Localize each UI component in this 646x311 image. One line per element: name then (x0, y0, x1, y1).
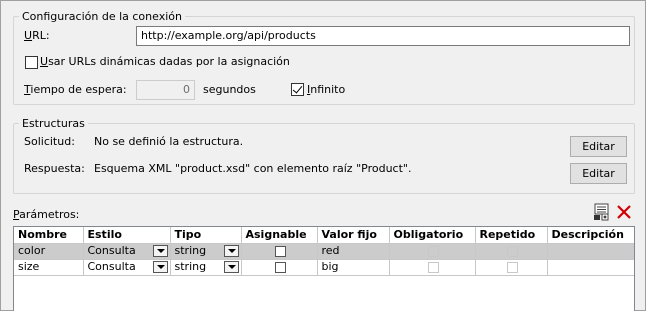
column-header-assignable[interactable]: Asignable (241, 227, 318, 244)
delete-parameter-button[interactable] (615, 203, 633, 221)
column-header-required[interactable]: Obligatorio (389, 227, 476, 244)
param-style-value: Consulta (87, 260, 136, 273)
required-checkbox (427, 261, 439, 273)
add-parameter-icon (594, 203, 609, 221)
delete-icon (617, 205, 631, 219)
structures-title: Estructuras (19, 117, 88, 130)
table-header-row: Nombre Estilo Tipo Asignable Valor fijo … (14, 227, 634, 244)
param-fixed-value-cell[interactable]: red (317, 243, 390, 260)
param-type-value: string (174, 244, 207, 257)
column-header-fixed-value[interactable]: Valor fijo (317, 227, 390, 244)
param-assignable-cell[interactable] (241, 259, 318, 276)
table-row[interactable]: color Consulta string red (14, 243, 634, 260)
timeout-unit: segundos (203, 83, 256, 96)
repeated-checkbox (506, 245, 518, 257)
required-checkbox (427, 245, 439, 257)
param-required-cell (389, 243, 476, 260)
param-description-cell[interactable] (547, 243, 634, 260)
response-label: Respuesta: (24, 162, 85, 175)
connection-dialog: Configuración de la conexión URL: http:/… (0, 0, 646, 311)
connection-settings-title: Configuración de la conexión (19, 10, 185, 23)
param-description-cell[interactable] (547, 259, 634, 276)
repeated-checkbox (506, 261, 518, 273)
dynamic-urls-checkbox[interactable] (25, 56, 38, 69)
param-repeated-cell (475, 259, 548, 276)
url-label: URL: (24, 29, 50, 42)
param-style-cell[interactable]: Consulta (83, 259, 171, 276)
dynamic-urls-label[interactable]: Usar URLs dinámicas dadas por la asignac… (40, 55, 290, 69)
parameters-table: Nombre Estilo Tipo Asignable Valor fijo … (13, 226, 635, 311)
response-value: Esquema XML "product.xsd" con elemento r… (94, 162, 412, 175)
param-type-cell[interactable]: string (170, 243, 242, 260)
param-style-cell[interactable]: Consulta (83, 243, 171, 260)
chevron-down-icon[interactable] (223, 245, 239, 257)
column-header-repeated[interactable]: Repetido (475, 227, 548, 244)
param-repeated-cell (475, 243, 548, 260)
param-style-value: Consulta (87, 244, 136, 257)
column-header-type[interactable]: Tipo (170, 227, 242, 244)
request-value: No se definió la estructura. (94, 135, 244, 148)
column-header-name[interactable]: Nombre (14, 227, 84, 244)
assignable-checkbox[interactable] (274, 261, 286, 273)
param-type-cell[interactable]: string (170, 259, 242, 276)
param-type-value: string (174, 260, 207, 273)
timeout-input[interactable]: 0 (136, 80, 195, 100)
infinite-checkbox[interactable] (291, 83, 304, 96)
url-input[interactable]: http://example.org/api/products (136, 26, 630, 46)
param-name-cell[interactable]: color (14, 243, 84, 260)
structures-group: Estructuras (13, 117, 635, 194)
timeout-label: Tiempo de espera: (24, 83, 127, 96)
chevron-down-icon[interactable] (152, 245, 168, 257)
param-name-cell[interactable]: size (14, 259, 84, 276)
chevron-down-icon[interactable] (152, 261, 168, 273)
table-row[interactable]: size Consulta string big (14, 259, 634, 276)
add-parameter-button[interactable] (593, 203, 611, 221)
response-edit-button[interactable]: Editar (570, 163, 627, 184)
parameters-label: Parámetros: (13, 208, 80, 221)
chevron-down-icon[interactable] (223, 261, 239, 273)
request-label: Solicitud: (24, 135, 75, 148)
infinite-label[interactable]: Infinito (307, 83, 345, 97)
column-header-description[interactable]: Descripción (547, 227, 634, 244)
param-fixed-value-cell[interactable]: big (317, 259, 390, 276)
assignable-checkbox[interactable] (274, 245, 286, 257)
param-required-cell (389, 259, 476, 276)
column-header-style[interactable]: Estilo (83, 227, 171, 244)
request-edit-button[interactable]: Editar (570, 136, 627, 157)
param-assignable-cell[interactable] (241, 243, 318, 260)
